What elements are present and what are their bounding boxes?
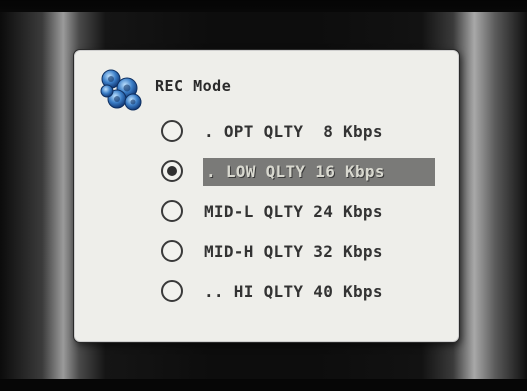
option-low-qlty-16kbps[interactable]: . LOW QLTY 16 Kbps bbox=[161, 157, 451, 187]
option-mid-l-qlty-24kbps[interactable]: MID-L QLTY 24 Kbps bbox=[161, 197, 451, 227]
option-label: . OPT QLTY 8 Kbps bbox=[204, 122, 383, 141]
option-label: . LOW QLTY 16 Kbps bbox=[203, 158, 435, 186]
radio-button[interactable] bbox=[161, 200, 183, 222]
option-mid-h-qlty-32kbps[interactable]: MID-H QLTY 32 Kbps bbox=[161, 237, 451, 267]
option-opt-qlty-8kbps[interactable]: . OPT QLTY 8 Kbps bbox=[161, 117, 451, 147]
radio-button[interactable] bbox=[161, 280, 183, 302]
option-label: MID-L QLTY 24 Kbps bbox=[204, 202, 383, 221]
radio-button-selected[interactable] bbox=[161, 160, 183, 182]
rec-mode-title: REC Mode bbox=[155, 77, 232, 95]
option-label: .. HI QLTY 40 Kbps bbox=[204, 282, 383, 301]
option-hi-qlty-40kbps[interactable]: .. HI QLTY 40 Kbps bbox=[161, 277, 451, 307]
radio-button[interactable] bbox=[161, 120, 183, 142]
blue-gear-cluster-icon bbox=[97, 66, 145, 114]
radio-button[interactable] bbox=[161, 240, 183, 262]
radio-selected-dot bbox=[167, 166, 177, 176]
option-label: MID-H QLTY 32 Kbps bbox=[204, 242, 383, 261]
rec-mode-dialog: REC Mode . OPT QLTY 8 Kbps . LOW QLTY 16… bbox=[74, 50, 459, 342]
